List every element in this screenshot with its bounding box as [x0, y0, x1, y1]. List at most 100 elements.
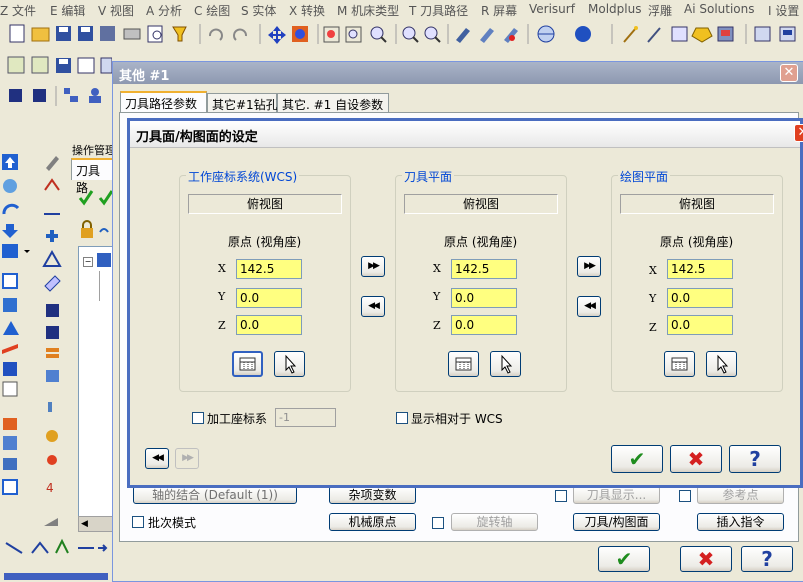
ref-point-button[interactable]: 参考点	[697, 486, 784, 504]
tool-plane-view-select-button[interactable]	[448, 351, 479, 377]
menu-toolpaths[interactable]: T 刀具路径	[409, 2, 468, 19]
construction-plane-y-input[interactable]: 0.0	[667, 288, 733, 308]
inner-close-button[interactable]: ✕	[794, 124, 803, 142]
menu-verisurf[interactable]: Verisurf	[529, 2, 575, 16]
work-offset-checkbox[interactable]	[192, 412, 204, 424]
wcs-view-name: 俯视图	[188, 194, 342, 214]
wcs-z-input[interactable]: 0.0	[236, 315, 302, 335]
ops-manager-panel: 操作管理 刀具路 − ◀	[68, 140, 116, 540]
main-cancel-button[interactable]: ✖	[680, 546, 732, 572]
tool-plane-y-input[interactable]: 0.0	[451, 288, 517, 308]
next-button[interactable]: ▶▶	[175, 448, 199, 469]
construction-plane-view-select-button[interactable]	[664, 351, 695, 377]
copy-left-1-button[interactable]: ◀◀	[361, 296, 385, 317]
grid-icon	[3, 436, 17, 450]
tertiary-toolbar-icons	[9, 86, 101, 106]
num-icon: 4	[46, 481, 54, 495]
tertiary-toolbar	[0, 82, 112, 110]
wcs-pick-origin-button[interactable]	[274, 351, 305, 377]
menu-moldplus[interactable]: Moldplus	[588, 2, 641, 16]
tool-plane-x-input[interactable]: 142.5	[451, 259, 517, 279]
cube2-icon	[33, 89, 46, 102]
tab-toolpaths[interactable]: 刀具路	[71, 158, 115, 195]
tree-collapse-icon[interactable]: −	[83, 257, 93, 267]
cancel-button[interactable]: ✖	[670, 445, 722, 473]
redo-icon	[233, 28, 247, 41]
construction-plane-x-label: X	[649, 264, 657, 277]
main-help-button[interactable]: ?	[741, 546, 793, 572]
copy-right-1-button[interactable]: ▶▶	[361, 256, 385, 277]
secondary-toolbar	[0, 52, 113, 80]
scroll-left-icon[interactable]: ◀	[81, 519, 88, 529]
work-offset-input[interactable]: -1	[275, 408, 336, 427]
tool-plane-dialog: 刀具面/构图面的设定 ✕ 工作座标系统(WCS) 俯视图 原点 (视角座) X …	[127, 118, 803, 488]
tool-plane-pick-origin-button[interactable]	[490, 351, 521, 377]
menu-edit[interactable]: E 编辑	[50, 2, 85, 19]
tool-display-checkbox[interactable]	[555, 490, 567, 502]
copy-left-2-button[interactable]: ◀◀	[577, 296, 601, 317]
construction-plane-x-input[interactable]: 142.5	[667, 259, 733, 279]
misc-vars-button[interactable]: 杂项变数	[329, 486, 416, 504]
tool-display-button[interactable]: 刀具显示...	[573, 486, 660, 504]
ops-tree[interactable]: −	[78, 246, 114, 532]
wcs-view-select-button[interactable]	[232, 351, 263, 377]
machine-group-icon[interactable]	[97, 253, 111, 267]
menu-screen[interactable]: R 屏幕	[481, 2, 517, 19]
tab-toolpath-params[interactable]: 刀具路径参数	[120, 91, 207, 113]
rotary-axis-checkbox[interactable]	[432, 517, 444, 529]
dialog-title: 其他 #1	[119, 69, 170, 84]
axis-combo-button[interactable]: 轴的结合 (Default (1))	[133, 486, 297, 504]
cut-icon	[3, 321, 19, 335]
zoom-target-icon	[370, 26, 387, 43]
tab-custom-params[interactable]: 其它. #1 自设参数	[277, 93, 389, 112]
wcs-y-input[interactable]: 0.0	[236, 288, 302, 308]
zoom-out-icon	[424, 26, 441, 43]
select-icon	[98, 190, 114, 206]
dialog-close-button[interactable]: ✕	[780, 64, 798, 82]
menu-relief[interactable]: 浮雕	[648, 2, 672, 19]
construction-plane-z-input[interactable]: 0.0	[667, 315, 733, 335]
plus-icon	[46, 230, 58, 242]
menu-machine-type[interactable]: M 机床类型	[337, 2, 399, 19]
menu-transform[interactable]: X 转换	[289, 2, 325, 19]
menu-file[interactable]: Z 文件	[0, 2, 36, 19]
ok-button[interactable]: ✔	[611, 445, 663, 473]
construction-plane-pick-origin-button[interactable]	[706, 351, 737, 377]
dialog-titlebar: 其他 #1 ✕	[113, 62, 803, 84]
batch-mode-checkbox[interactable]	[132, 516, 144, 528]
tool-plane-z-input[interactable]: 0.0	[451, 315, 517, 335]
ref-point-checkbox[interactable]	[679, 490, 691, 502]
copy-right-2-button[interactable]: ▶▶	[577, 256, 601, 277]
menu-solid[interactable]: S 实体	[241, 2, 276, 19]
cube-icon	[9, 89, 22, 102]
menu-settings[interactable]: I 设置	[768, 2, 799, 19]
menu-view[interactable]: V 视图	[98, 2, 134, 19]
angle-icon	[31, 541, 49, 554]
menu-draw[interactable]: C 绘图	[194, 2, 230, 19]
prev-button[interactable]: ◀◀	[145, 448, 169, 469]
tab-drill[interactable]: 其它#1钻孔	[207, 93, 278, 112]
tool-plane-origin-label: 原点 (视角座)	[444, 235, 518, 249]
wcs-z-label: Z	[218, 319, 226, 332]
tool-plane-button[interactable]: 刀具/构图面	[573, 513, 660, 531]
wcs-x-input[interactable]: 142.5	[236, 259, 302, 279]
view-list-icon	[671, 357, 688, 371]
node-icon	[47, 455, 57, 465]
cross-icon: ✖	[687, 447, 705, 471]
menu-analysis[interactable]: A 分析	[146, 2, 182, 19]
rotary-axis-button[interactable]: 旋转轴	[451, 513, 538, 531]
insert-cmd-button[interactable]: 插入指令	[697, 513, 784, 531]
cam-icon	[7, 56, 25, 74]
book-icon	[100, 57, 113, 74]
construction-plane-y-label: Y	[649, 292, 657, 305]
main-ok-button[interactable]: ✔	[598, 546, 650, 572]
machine-origin-button[interactable]: 机械原点	[329, 513, 416, 531]
arc-icon	[2, 203, 20, 215]
tree-line	[99, 271, 100, 301]
menu-ai-solutions[interactable]: Ai Solutions	[684, 2, 755, 16]
cube4-icon	[46, 326, 59, 339]
horizontal-scrollbar[interactable]: ◀	[78, 516, 114, 532]
show-relative-wcs-checkbox[interactable]	[396, 412, 408, 424]
help-button[interactable]: ?	[729, 445, 781, 473]
close-icon: ✕	[798, 125, 803, 140]
